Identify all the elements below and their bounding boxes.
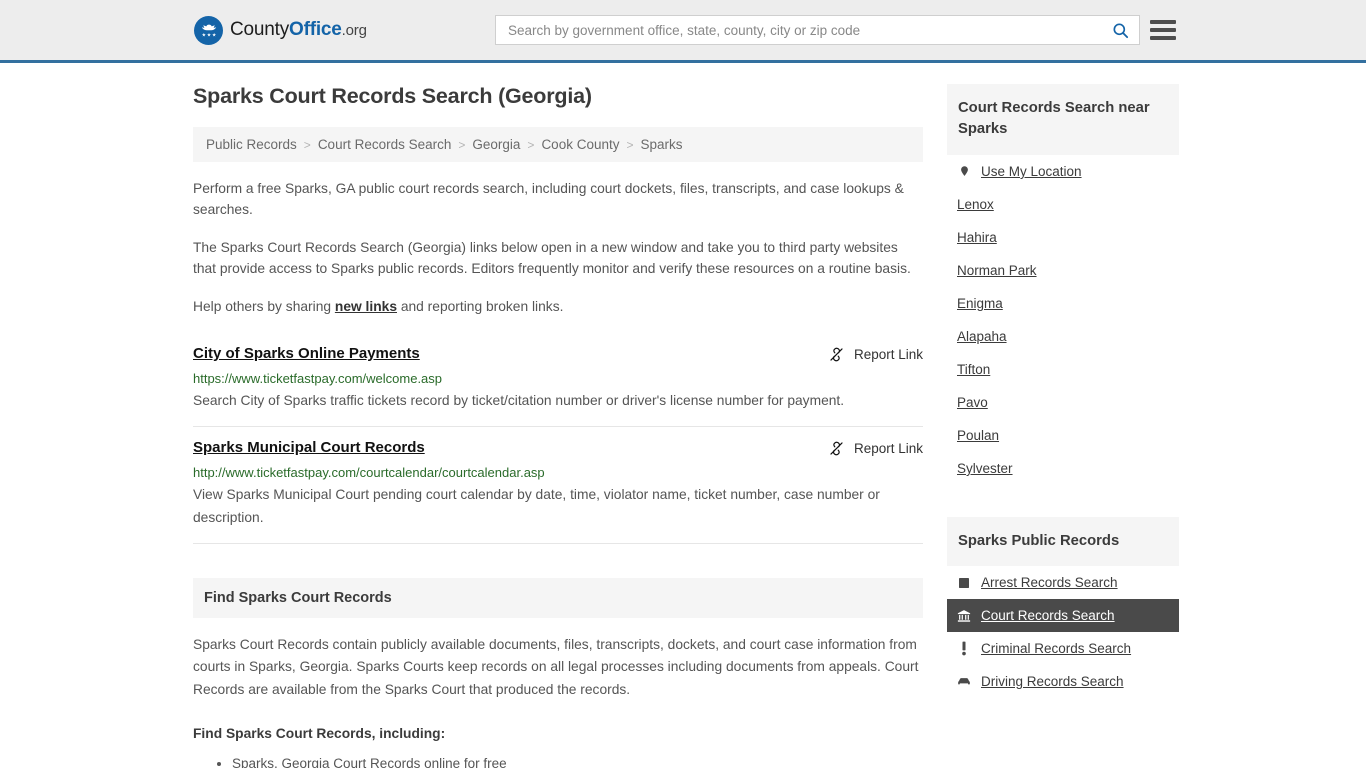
car-icon	[957, 675, 971, 689]
breadcrumb-item-sparks[interactable]: Sparks	[638, 137, 686, 152]
site-header: CountyOffice.org	[0, 0, 1366, 63]
site-logo[interactable]: CountyOffice.org	[194, 15, 367, 45]
find-section-subheading: Find Sparks Court Records, including:	[193, 725, 446, 741]
link-entry: Sparks Municipal Court Records Report Li…	[193, 427, 923, 544]
eagle-seal-icon	[194, 15, 223, 45]
breadcrumb: Public Records > Court Records Search > …	[193, 127, 923, 162]
search-input[interactable]	[496, 16, 1101, 44]
search-bar[interactable]	[495, 15, 1140, 45]
sidebar-item-label: Driving Records Search	[981, 674, 1124, 690]
report-link-button[interactable]: Report Link	[828, 439, 923, 457]
hamburger-bar	[1150, 36, 1176, 40]
link-entry-description: Search City of Sparks traffic tickets re…	[193, 392, 845, 408]
sidebar-item-label: Pavo	[957, 394, 988, 410]
hamburger-bar	[1150, 28, 1176, 32]
sidebar-item-norman-park[interactable]: Norman Park	[947, 254, 1179, 287]
logo-text-county: County	[230, 19, 290, 40]
sidebar-public-records-list: Arrest Records Search Court Records Sear…	[947, 566, 1179, 698]
breadcrumb-item-public-records[interactable]: Public Records	[203, 137, 300, 152]
breadcrumb-separator: >	[303, 137, 311, 152]
sidebar-item-poulan[interactable]: Poulan	[947, 419, 1179, 452]
sidebar: Court Records Search near Sparks Use My …	[947, 84, 1179, 768]
page-title: Sparks Court Records Search (Georgia)	[193, 84, 592, 108]
report-link-label: Report Link	[853, 441, 923, 457]
intro-paragraph-3-prefix: Help others by sharing	[193, 298, 335, 314]
sidebar-item-label: Norman Park	[957, 262, 1037, 278]
hamburger-menu-icon[interactable]	[1150, 20, 1176, 40]
report-link-label: Report Link	[853, 346, 923, 362]
find-section-paragraph: Sparks Court Records contain publicly av…	[193, 636, 919, 697]
link-entry-url[interactable]: http://www.ticketfastpay.com/courtcalend…	[193, 465, 923, 480]
exclamation-icon	[957, 641, 971, 656]
sidebar-item-label: Arrest Records Search	[981, 575, 1118, 591]
logo-wordmark: CountyOffice.org	[230, 19, 367, 41]
sidebar-item-arrest-records-search[interactable]: Arrest Records Search	[947, 566, 1179, 599]
sidebar-item-use-my-location[interactable]: Use My Location	[947, 155, 1179, 188]
new-links-link[interactable]: new links	[335, 299, 397, 314]
search-button[interactable]	[1101, 16, 1139, 44]
main-content: Sparks Court Records Search (Georgia) Pu…	[193, 84, 923, 768]
sidebar-item-label: Criminal Records Search	[981, 641, 1132, 657]
sidebar-item-label: Alapaha	[957, 328, 1007, 344]
sidebar-item-label: Hahira	[957, 229, 997, 245]
breadcrumb-item-cook-county[interactable]: Cook County	[538, 137, 622, 152]
courthouse-icon	[957, 609, 971, 623]
sidebar-item-lenox[interactable]: Lenox	[947, 188, 1179, 221]
map-pin-icon	[957, 164, 971, 178]
list-item: Sparks, Georgia Court Records online for…	[232, 752, 923, 768]
sidebar-item-label: Lenox	[957, 196, 994, 212]
sidebar-item-court-records-search[interactable]: Court Records Search	[947, 599, 1179, 633]
breadcrumb-separator: >	[626, 137, 634, 152]
sidebar-item-driving-records-search[interactable]: Driving Records Search	[947, 665, 1179, 698]
broken-link-icon	[830, 347, 843, 362]
sidebar-public-records-heading: Sparks Public Records	[947, 516, 1179, 567]
breadcrumb-separator: >	[527, 137, 535, 152]
intro-paragraph-3-suffix: and reporting broken links.	[397, 298, 564, 314]
intro-paragraph-2: The Sparks Court Records Search (Georgia…	[193, 239, 911, 277]
sidebar-nearby-heading: Court Records Search near Sparks	[947, 84, 1179, 155]
sidebar-item-tifton[interactable]: Tifton	[947, 353, 1179, 386]
sidebar-item-label: Poulan	[957, 427, 1000, 443]
link-entry-url[interactable]: https://www.ticketfastpay.com/welcome.as…	[193, 371, 923, 386]
page-body: Sparks Court Records Search (Georgia) Pu…	[0, 63, 1366, 768]
breadcrumb-separator: >	[458, 137, 466, 152]
sidebar-item-hahira[interactable]: Hahira	[947, 221, 1179, 254]
find-section-list: Sparks, Georgia Court Records online for…	[193, 752, 923, 768]
sidebar-nearby-list: Use My Location Lenox Hahira Norman Park…	[947, 155, 1179, 485]
find-section-body: Sparks Court Records contain publicly av…	[193, 634, 923, 768]
breadcrumb-item-georgia[interactable]: Georgia	[469, 137, 523, 152]
sidebar-item-label: Use My Location	[981, 163, 1082, 179]
report-link-button[interactable]: Report Link	[828, 345, 923, 363]
intro-paragraph-1: Perform a free Sparks, GA public court r…	[193, 181, 904, 218]
fingerprint-square-icon	[957, 576, 971, 590]
breadcrumb-item-court-records-search[interactable]: Court Records Search	[315, 137, 455, 152]
link-entry: City of Sparks Online Payments Report Li…	[193, 333, 923, 428]
intro-text: Perform a free Sparks, GA public court r…	[193, 178, 923, 317]
sidebar-item-enigma[interactable]: Enigma	[947, 287, 1179, 320]
sidebar-item-label: Sylvester	[957, 460, 1013, 476]
sidebar-item-criminal-records-search[interactable]: Criminal Records Search	[947, 632, 1179, 665]
broken-link-icon	[830, 441, 843, 456]
find-section-heading: Find Sparks Court Records	[193, 577, 923, 618]
link-entry-title[interactable]: City of Sparks Online Payments	[193, 345, 420, 362]
hamburger-bar	[1150, 20, 1176, 24]
logo-text-org: .org	[341, 22, 367, 39]
search-icon	[1112, 22, 1128, 38]
intro-paragraph-3: Help others by sharing new links and rep…	[193, 296, 923, 317]
sidebar-item-label: Court Records Search	[981, 608, 1115, 624]
sidebar-item-label: Enigma	[957, 295, 1003, 311]
link-entry-title[interactable]: Sparks Municipal Court Records	[193, 439, 425, 456]
link-entry-description: View Sparks Municipal Court pending cour…	[193, 487, 880, 525]
logo-text-office: Office	[289, 19, 342, 40]
sidebar-item-sylvester[interactable]: Sylvester	[947, 452, 1179, 485]
sidebar-item-alapaha[interactable]: Alapaha	[947, 320, 1179, 353]
sidebar-item-pavo[interactable]: Pavo	[947, 386, 1179, 419]
sidebar-item-label: Tifton	[957, 361, 991, 377]
